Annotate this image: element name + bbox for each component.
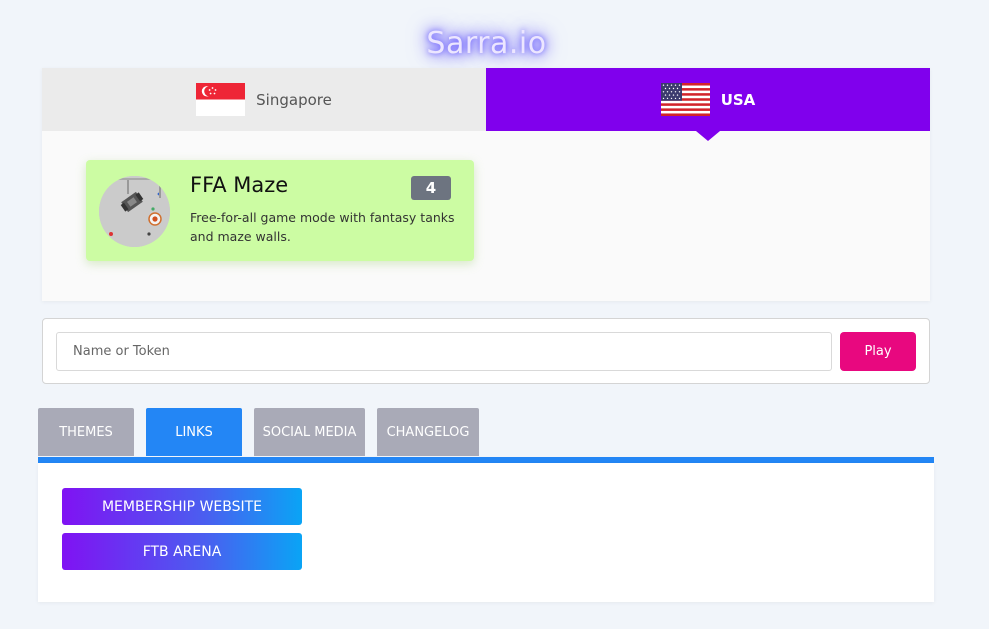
singapore-flag-icon xyxy=(196,83,246,116)
tab-links[interactable]: LINKS xyxy=(146,408,242,456)
player-count-badge: 4 xyxy=(411,176,451,200)
server-tab-singapore[interactable]: Singapore xyxy=(42,68,486,131)
tab-themes[interactable]: THEMES xyxy=(38,408,134,456)
name-token-input[interactable] xyxy=(56,332,832,371)
server-label-usa: USA xyxy=(720,90,756,109)
game-mode-card[interactable]: FFA Maze 4 Free-for-all game mode with f… xyxy=(86,160,474,261)
site-logo: Sarra.io xyxy=(426,26,547,61)
tank-arena-icon xyxy=(99,176,170,247)
tab-social-media[interactable]: SOCIAL MEDIA xyxy=(254,408,365,456)
game-mode-description: Free-for-all game mode with fantasy tank… xyxy=(190,210,455,244)
join-form: Play xyxy=(42,318,930,384)
game-mode-title: FFA Maze xyxy=(190,173,289,197)
server-panel: Singapore USA FFA Maze 4 Free-for-all ga… xyxy=(42,68,930,301)
game-mode-thumbnail xyxy=(99,176,170,247)
ftb-arena-button[interactable]: FTB ARENA xyxy=(62,533,302,570)
usa-flag-icon xyxy=(660,83,710,116)
tab-changelog[interactable]: CHANGELOG xyxy=(377,408,479,456)
server-tabs: Singapore USA xyxy=(42,68,930,141)
server-label-singapore: Singapore xyxy=(256,90,332,109)
server-tab-usa[interactable]: USA xyxy=(486,68,930,141)
membership-website-button[interactable]: MEMBERSHIP WEBSITE xyxy=(62,488,302,525)
play-button[interactable]: Play xyxy=(840,332,916,371)
links-panel: MEMBERSHIP WEBSITE FTB ARENA xyxy=(38,463,934,602)
